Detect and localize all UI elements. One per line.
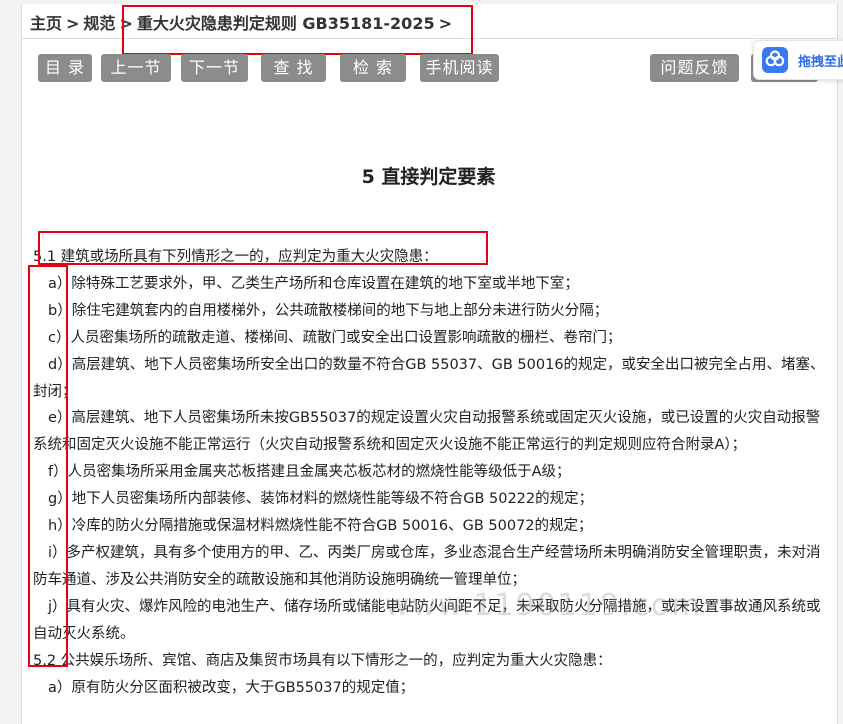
- clause-item: j）具有火灾、爆炸风险的电池生产、储存场所或储能电站防火间距不足，未采取防火分隔…: [33, 598, 821, 642]
- breadcrumb-trailing-separator: >: [438, 14, 452, 33]
- toc-button[interactable]: 目 录: [38, 54, 92, 82]
- clause-item: h）冷库的防火分隔措施或保温材料燃烧性能不符合GB 50016、GB 50072…: [48, 518, 593, 535]
- clause-item: a）除特殊工艺要求外，甲、乙类生产场所和仓库设置在建筑的地下室或半地下室；: [48, 275, 579, 292]
- clause-item: b）除住宅建筑套内的自用楼梯外，公共疏散楼梯间的地下与地上部分未进行防火分隔；: [48, 302, 609, 319]
- clause-5-2-heading: 5.2 公共娱乐场所、宾馆、商店及集贸市场具有以下情形之一的，应判定为重大火灾隐…: [33, 652, 612, 669]
- find-button[interactable]: 查 找: [261, 54, 326, 82]
- clause-5-1-heading: 5.1 建筑或场所具有下列情形之一的，应判定为重大火灾隐患：: [33, 249, 438, 265]
- breadcrumb-standards-link[interactable]: 规范: [83, 14, 115, 33]
- next-section-button[interactable]: 下一节: [181, 54, 248, 82]
- search-button[interactable]: 检 索: [340, 54, 406, 82]
- mobile-read-button[interactable]: 手机阅读: [420, 54, 499, 82]
- drag-drop-widget[interactable]: 拖拽至此: [753, 40, 843, 80]
- clause-item: a）原有防火分区面积被改变，大于GB55037的规定值；: [48, 679, 415, 696]
- clause-content: 5.1 建筑或场所具有下列情形之一的，应判定为重大火灾隐患： a）除特殊工艺要求…: [33, 244, 825, 701]
- feedback-button[interactable]: 问题反馈: [650, 54, 739, 82]
- clause-item: d）高层建筑、地下人员密集场所安全出口的数量不符合GB 55037、GB 500…: [33, 356, 825, 400]
- breadcrumb-separator: >: [119, 14, 133, 33]
- breadcrumb-separator: >: [66, 14, 80, 33]
- clause-item: g）地下人员密集场所内部装修、装饰材料的燃烧性能等级不符合GB 50222的规定…: [48, 491, 594, 508]
- breadcrumb: 主页 > 规范 > 重大火灾隐患判定规则 GB35181-2025 >: [30, 10, 456, 34]
- clause-item: i）多产权建筑，具有多个使用方的甲、乙、丙类厂房或仓库，多业态混合生产经营场所未…: [33, 544, 821, 588]
- clause-item: e）高层建筑、地下人员密集场所未按GB55037的规定设置火灾自动报警系统或固定…: [33, 410, 821, 454]
- prev-section-button[interactable]: 上一节: [101, 54, 171, 82]
- clause-item: f）人员密集场所采用金属夹芯板搭建且金属夹芯板芯材的燃烧性能等级低于A级；: [48, 464, 571, 481]
- cloud-drive-icon: [762, 47, 788, 73]
- drag-drop-label: 拖拽至此: [798, 55, 843, 70]
- clause-item: c）人员密集场所的疏散走道、楼梯间、疏散门或安全出口设置影响疏散的栅栏、卷帘门；: [48, 329, 622, 346]
- section-title: 5 直接判定要素: [361, 166, 496, 188]
- breadcrumb-current-standard: 重大火灾隐患判定规则 GB35181-2025: [136, 14, 435, 33]
- breadcrumb-home-link[interactable]: 主页: [30, 14, 62, 33]
- breadcrumb-divider: [21, 38, 836, 39]
